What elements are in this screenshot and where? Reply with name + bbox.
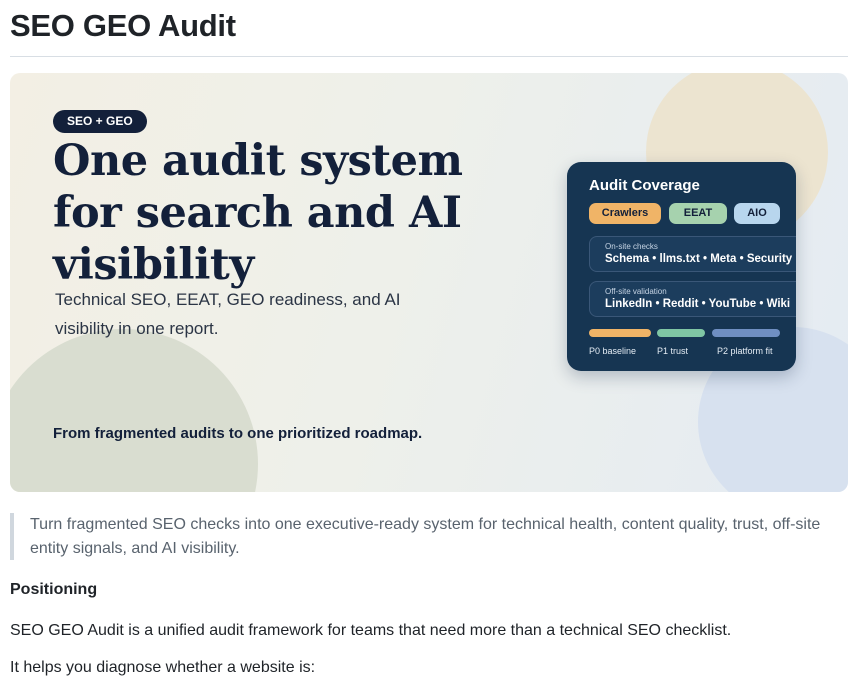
hero-tagline: From fragmented audits to one prioritize… — [53, 425, 423, 442]
phase-bar-p1 — [657, 329, 705, 337]
phase-label-p2: P2 platform fit — [717, 346, 773, 356]
positioning-heading: Positioning — [10, 581, 98, 598]
audit-coverage-card: Audit Coverage Crawlers EEAT AIO On-site… — [567, 162, 796, 371]
hero-badge: SEO + GEO — [53, 110, 147, 133]
hero-title: One audit system for search and AI visib… — [53, 136, 463, 290]
offsite-validation-items: LinkedIn • Reddit • YouTube • Wiki — [605, 298, 791, 310]
onsite-checks-items: Schema • llms.txt • Meta • Security — [605, 253, 793, 265]
onsite-checks-box: On-site checks Schema • llms.txt • Meta … — [589, 236, 796, 272]
offsite-validation-label: Off-site validation — [605, 287, 667, 296]
page-title: SEO GEO Audit — [10, 8, 236, 43]
summary-quote: Turn fragmented SEO checks into one exec… — [10, 513, 848, 560]
phase-bar-p0 — [589, 329, 651, 337]
phase-bar-p2 — [712, 329, 780, 337]
hero-subtitle: Technical SEO, EEAT, GEO readiness, and … — [55, 290, 401, 338]
decorative-circle-green — [10, 329, 258, 492]
chip-crawlers: Crawlers — [589, 203, 661, 224]
onsite-checks-label: On-site checks — [605, 242, 658, 251]
phase-label-p1: P1 trust — [657, 346, 689, 356]
hero-banner: SEO + GEO One audit system for search an… — [10, 73, 848, 492]
chip-eeat: EEAT — [669, 203, 727, 224]
phase-label-p0: P0 baseline — [589, 346, 637, 356]
diagnosis-intro-paragraph: It helps you diagnose whether a website … — [10, 659, 316, 676]
chip-aio: AIO — [734, 203, 780, 224]
coverage-title: Audit Coverage — [589, 177, 700, 194]
positioning-paragraph: SEO GEO Audit is a unified audit framewo… — [10, 622, 732, 639]
title-divider — [10, 56, 848, 57]
offsite-validation-box: Off-site validation LinkedIn • Reddit • … — [589, 281, 796, 317]
